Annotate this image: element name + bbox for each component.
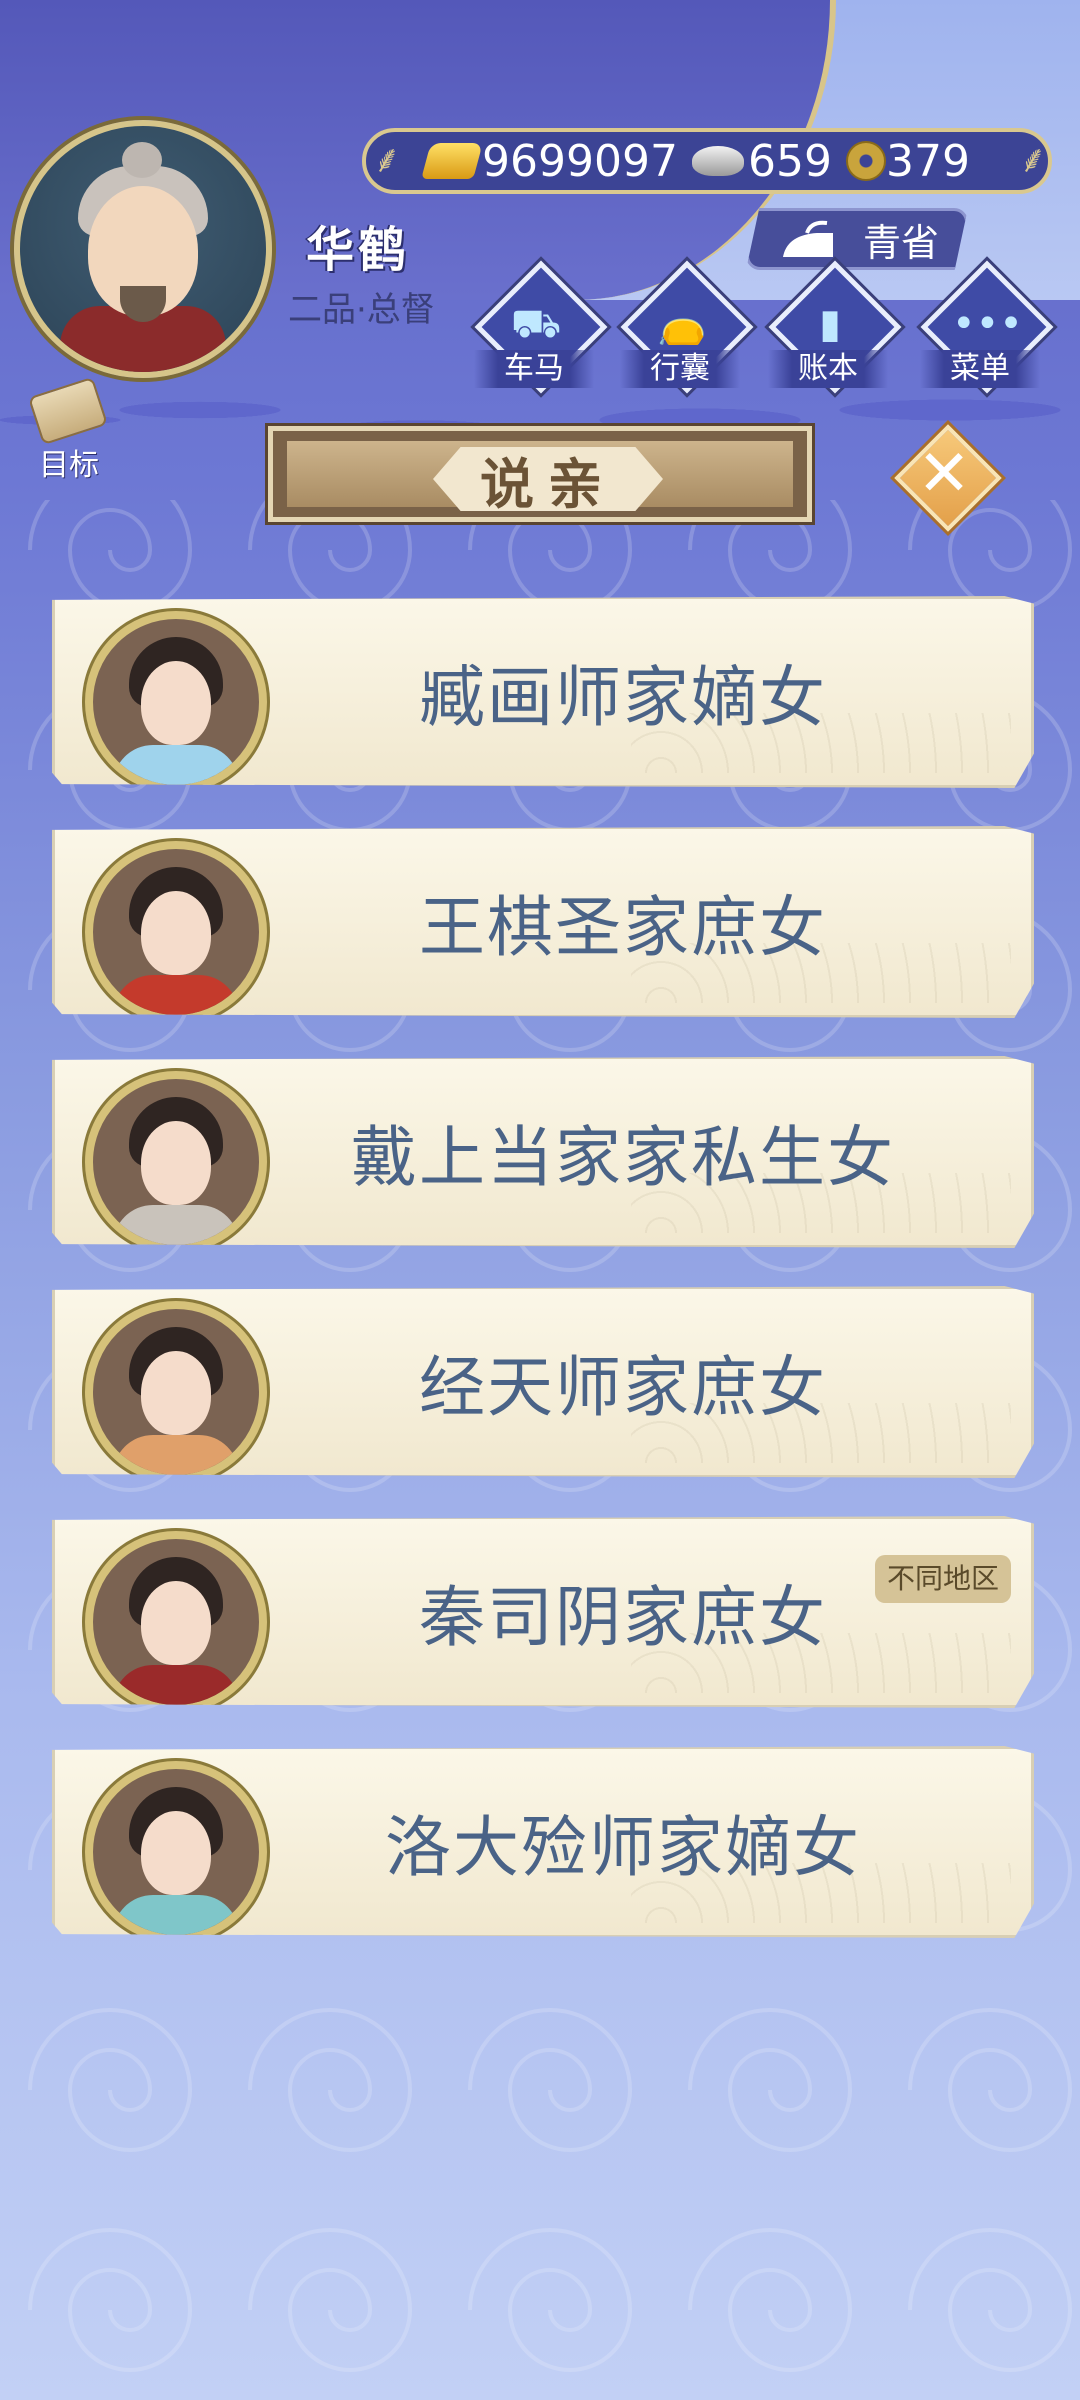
candidate-card[interactable]: 洛大殓师家嫡女 xyxy=(52,1746,1034,1938)
menu-carriage-label: 车马 xyxy=(474,350,594,388)
more-icon: ••• xyxy=(952,301,1023,347)
candidate-name: 洛大殓师家嫡女 xyxy=(385,1809,861,1886)
carriage-icon: ⛟ xyxy=(510,301,562,347)
portrait-face xyxy=(141,891,211,975)
candidate-portrait xyxy=(85,1761,267,1938)
region-label: 青省 xyxy=(862,220,939,265)
candidate-portrait xyxy=(85,1071,267,1248)
candidate-card[interactable]: 臧画师家嫡女 xyxy=(52,596,1034,788)
candidate-card[interactable]: 戴上当家家私生女 xyxy=(52,1056,1034,1248)
portrait-face xyxy=(141,1351,211,1435)
player-name: 华鹤 xyxy=(306,222,411,278)
menu-bag-label: 行囊 xyxy=(620,350,740,388)
menu-more-button[interactable]: ••• 菜单 xyxy=(920,260,1054,394)
player-rank: 二品·总督 xyxy=(288,290,435,330)
close-icon: ✕ xyxy=(917,437,971,511)
candidate-name: 王棋圣家庶女 xyxy=(419,889,827,966)
menu-carriage-button[interactable]: ⛟ 车马 xyxy=(474,260,608,394)
portrait-face xyxy=(141,1581,211,1665)
candidate-portrait xyxy=(85,611,267,788)
currency-bar: 9699097 659 379 xyxy=(362,128,1052,194)
copper-coin-icon xyxy=(845,141,886,181)
region-tag[interactable]: 青省 xyxy=(746,208,968,270)
scroll-icon xyxy=(27,376,109,446)
bamboo-right-icon: ⸙ xyxy=(1018,137,1048,181)
portrait-robe xyxy=(113,1895,239,1935)
portrait-robe xyxy=(113,1665,239,1705)
silver-ingot-icon xyxy=(691,146,744,176)
plaque-center: 说亲 xyxy=(433,447,663,511)
candidate-card[interactable]: 经天师家庶女 xyxy=(52,1286,1034,1478)
silver-currency: 659 xyxy=(691,135,832,187)
portrait-robe xyxy=(113,745,239,785)
candidate-portrait xyxy=(85,1301,267,1478)
dialog-title-plaque: 说亲 xyxy=(268,426,812,522)
target-label: 目标 xyxy=(39,448,99,483)
portrait-face xyxy=(141,1811,211,1895)
candidate-name: 臧画师家嫡女 xyxy=(419,659,827,736)
menu-ledger-button[interactable]: ▮ 账本 xyxy=(768,260,902,394)
close-button[interactable]: ✕ xyxy=(894,424,1002,532)
target-button[interactable]: 目标 xyxy=(14,376,124,483)
candidate-card[interactable]: 秦司阴家庶女 不同地区 xyxy=(52,1516,1034,1708)
candidate-name: 秦司阴家庶女 xyxy=(419,1579,827,1656)
gold-ingot-icon xyxy=(421,143,483,179)
player-avatar[interactable] xyxy=(14,120,272,378)
menu-bag-button[interactable]: 👝 行囊 xyxy=(620,260,754,394)
dialog-title: 说亲 xyxy=(480,452,616,516)
coin-amount: 379 xyxy=(885,135,970,187)
candidate-name: 戴上当家家私生女 xyxy=(351,1119,895,1196)
silver-amount: 659 xyxy=(747,135,832,187)
bag-icon: 👝 xyxy=(657,301,707,347)
menu-ledger-label: 账本 xyxy=(768,350,888,388)
portrait-face xyxy=(141,661,211,745)
candidate-portrait xyxy=(85,1531,267,1708)
avatar-hair-bun xyxy=(122,142,162,178)
candidate-card[interactable]: 王棋圣家庶女 xyxy=(52,826,1034,1018)
portrait-face xyxy=(141,1121,211,1205)
plaque-inner: 说亲 xyxy=(287,441,793,511)
menu-more-label: 菜单 xyxy=(920,350,1040,388)
gold-currency: 9699097 xyxy=(421,135,678,187)
bamboo-left-icon: ⸙ xyxy=(372,137,402,181)
candidate-portrait xyxy=(85,841,267,1018)
candidate-name: 经天师家庶女 xyxy=(419,1349,827,1426)
iron-icon xyxy=(783,220,833,257)
portrait-robe xyxy=(113,975,239,1015)
portrait-robe xyxy=(113,1435,239,1475)
portrait-robe xyxy=(113,1205,239,1245)
coin-currency: 379 xyxy=(845,135,970,187)
region-badge: 不同地区 xyxy=(874,1555,1011,1603)
gold-amount: 9699097 xyxy=(482,135,678,187)
ledger-icon: ▮ xyxy=(818,301,841,347)
